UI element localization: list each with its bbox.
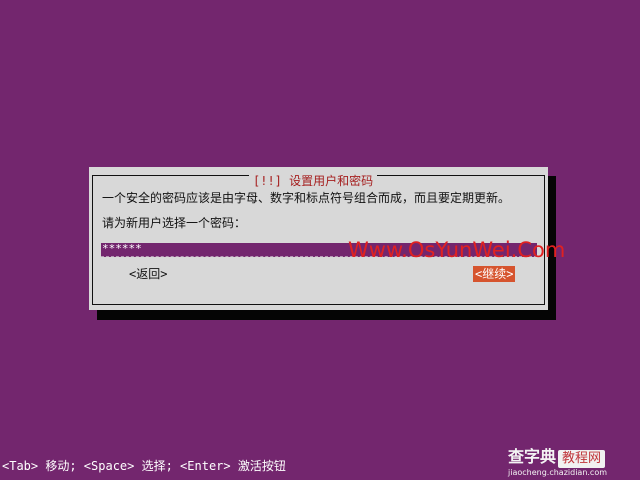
continue-button[interactable]: <继续> [473,266,516,282]
site-logo-url: jiaocheng.chazidian.com [508,468,608,477]
watermark: Www.OsYunWei.Com [348,238,566,262]
site-logo-box: 教程网 [558,450,606,468]
keyboard-help-bar: <Tab> 移动; <Space> 选择; <Enter> 激活按钮 [2,459,286,473]
site-logo: 查字典 教程网 jiaocheng.chazidian.com [508,446,638,478]
back-button[interactable]: <返回> [129,266,167,282]
dialog-title: [!!] 设置用户和密码 [249,173,378,189]
site-logo-title: 查字典 教程网 [508,447,606,468]
dialog-message: 一个安全的密码应该是由字母、数字和标点符号组合而成，而且要定期更新。 [102,191,511,205]
site-logo-main: 查字典 [508,447,557,466]
installer-screen: [!!] 设置用户和密码 一个安全的密码应该是由字母、数字和标点符号组合而成，而… [0,0,640,480]
password-prompt: 请为新用户选择一个密码： [102,216,247,230]
password-value: ****** [102,242,142,255]
